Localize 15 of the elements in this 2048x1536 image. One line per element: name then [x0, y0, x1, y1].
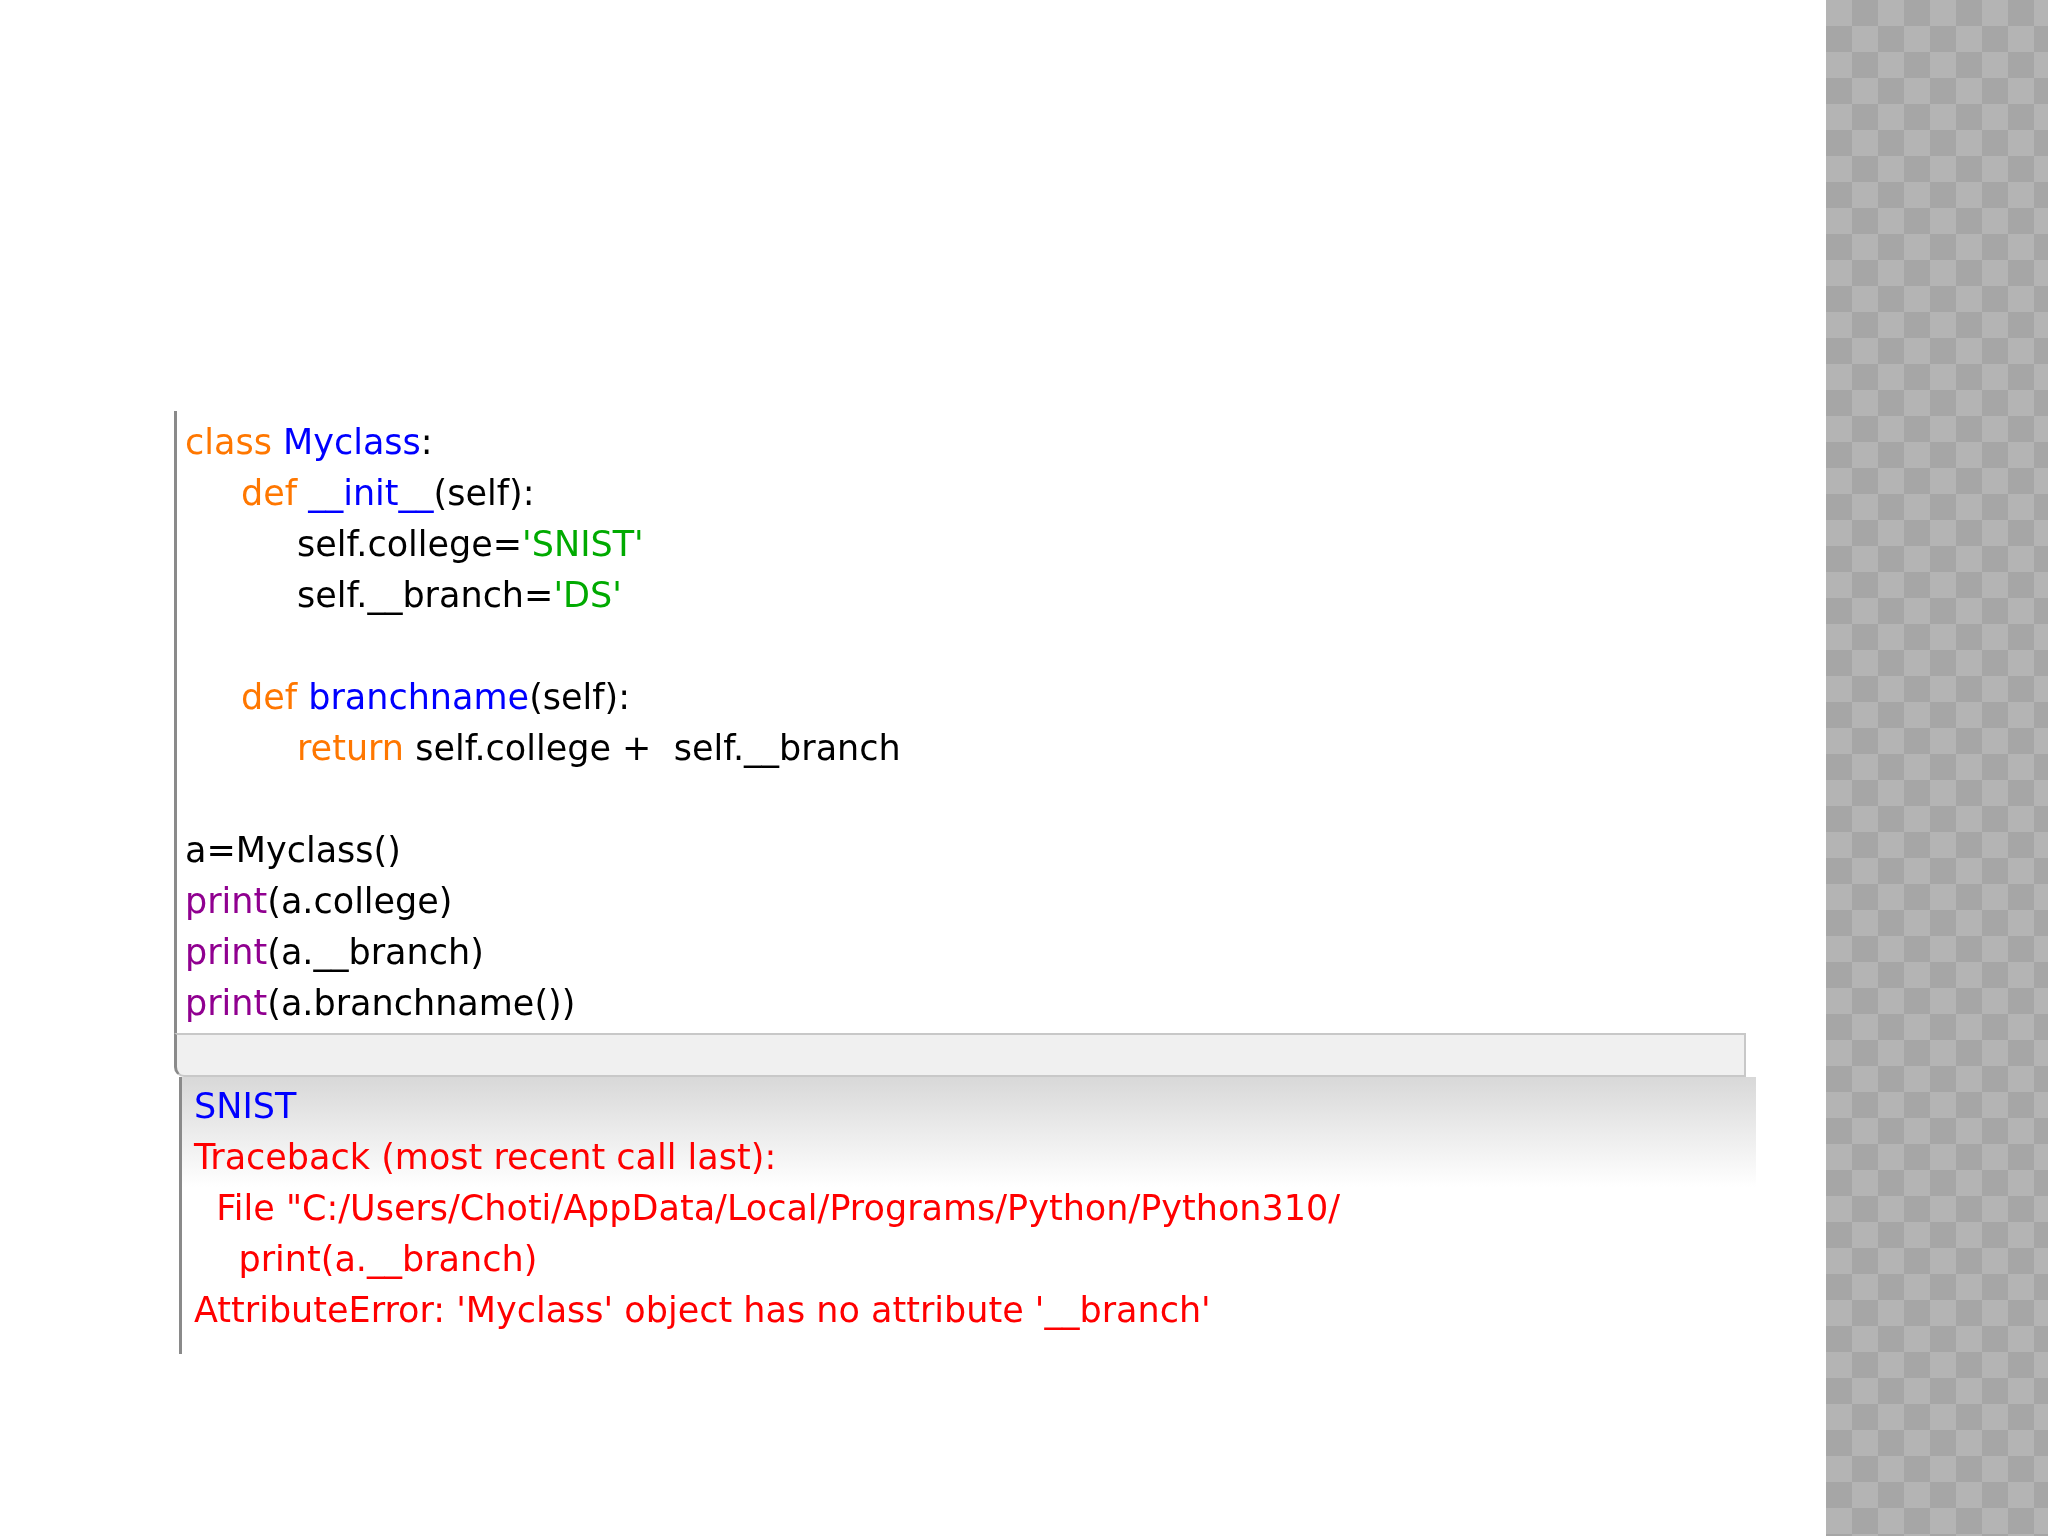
code-line: self.college='SNIST'	[296, 523, 645, 566]
code-line: class Myclass:	[185, 421, 434, 464]
output-line: File "C:/Users/Choti/AppData/Local/Programs/Python/Python310/	[215, 1187, 1342, 1230]
code-line: def __init__(self):	[240, 472, 536, 515]
code-line: def branchname(self):	[240, 676, 632, 719]
output-line: Traceback (most recent call last):	[194, 1136, 778, 1179]
output-line: print(a.__branch)	[237, 1238, 539, 1281]
code-line: print(a.college)	[185, 880, 454, 923]
code-line: print(a.branchname())	[185, 982, 577, 1025]
code-line: print(a.__branch)	[185, 931, 485, 974]
output-line: SNIST	[194, 1085, 298, 1128]
code-line: return self.college + self.__branch	[296, 727, 902, 770]
code-line: a=Myclass()	[185, 829, 402, 872]
output-line: AttributeError: 'Myclass' object has no attribute '__branch'	[194, 1289, 1212, 1332]
code-line: self.__branch='DS'	[296, 574, 623, 617]
